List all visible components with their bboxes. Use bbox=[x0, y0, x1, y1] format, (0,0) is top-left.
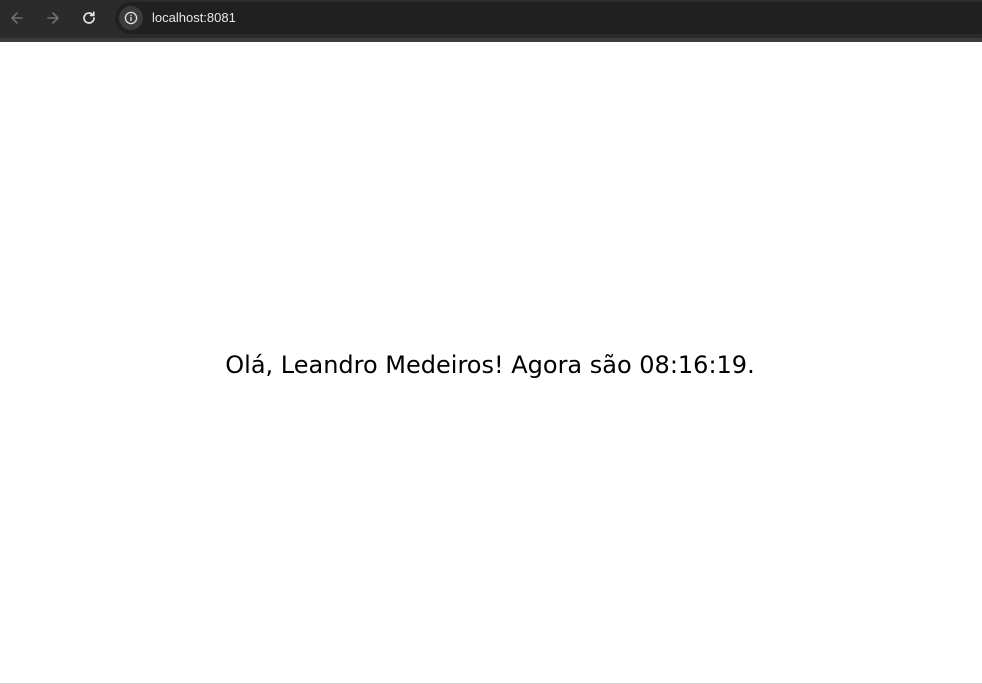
arrow-right-icon bbox=[47, 12, 59, 24]
reload-button[interactable] bbox=[75, 4, 103, 32]
back-button[interactable] bbox=[3, 4, 31, 32]
reload-icon bbox=[83, 11, 95, 24]
info-icon bbox=[124, 11, 138, 25]
site-info-button[interactable] bbox=[119, 6, 143, 30]
url-text[interactable]: localhost:8081 bbox=[152, 10, 236, 26]
browser-toolbar: localhost:8081 bbox=[0, 0, 982, 38]
arrow-left-icon bbox=[11, 12, 23, 24]
forward-button[interactable] bbox=[39, 4, 67, 32]
address-bar[interactable]: localhost:8081 bbox=[115, 2, 982, 34]
greeting-text: Olá, Leandro Medeiros! Agora são 08:16:1… bbox=[225, 351, 755, 379]
page-content: Olá, Leandro Medeiros! Agora são 08:16:1… bbox=[0, 42, 982, 683]
